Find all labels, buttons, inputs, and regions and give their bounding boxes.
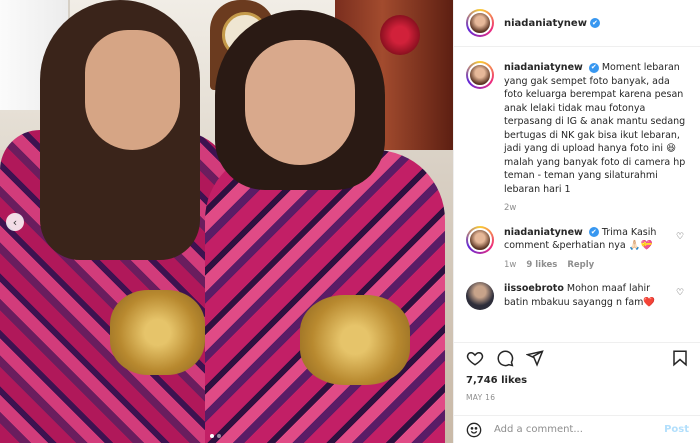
post-header: niadaniatynew ✔ (454, 0, 700, 47)
caption: niadaniatynew ✔ Moment lebaran yang gak … (504, 61, 688, 216)
comments-list: niadaniatynew ✔ Moment lebaran yang gak … (454, 47, 700, 337)
comment-username[interactable]: niadaniatynew (504, 227, 583, 238)
comment-like-heart-icon[interactable]: ♡ (676, 288, 688, 310)
post-date[interactable]: MAY 16 (466, 393, 689, 402)
header-username[interactable]: niadaniatynew ✔ (504, 17, 600, 29)
verified-badge-icon: ✔ (589, 17, 600, 28)
likes-count[interactable]: 7,746 likes (466, 375, 689, 386)
add-comment-bar: Add a comment... Post (454, 415, 700, 443)
verified-badge-icon: ✔ (588, 62, 599, 73)
instagram-post: ‹ niadaniatynew ✔ niadaniatynew ✔ Moment … (0, 0, 700, 443)
comment-row: iissoebroto Mohon maaf lahir batin mbaku… (466, 282, 688, 310)
photo-flowers (380, 15, 420, 55)
woman-right-dress (205, 150, 445, 443)
heart-icon[interactable] (466, 349, 484, 367)
reply-button[interactable]: Reply (567, 259, 594, 273)
gold-embroidery-left (110, 290, 205, 375)
carousel-dots (210, 434, 221, 438)
comment-likes[interactable]: 9 likes (526, 259, 557, 273)
comment-like-heart-icon[interactable]: ♡ (676, 232, 688, 273)
comment-row: niadaniatynew ✔ Trima Kasih comment &per… (466, 225, 688, 273)
post-actions: 7,746 likes MAY 16 (454, 342, 700, 402)
post-photo[interactable]: ‹ (0, 0, 453, 443)
caption-time[interactable]: 2w (504, 202, 516, 216)
bookmark-icon[interactable] (671, 349, 689, 367)
smile-icon[interactable] (466, 422, 482, 438)
verified-badge-icon: ✔ (588, 227, 599, 238)
avatar[interactable] (466, 225, 494, 254)
avatar[interactable] (466, 9, 494, 37)
caption-username[interactable]: niadaniatynew (504, 62, 583, 73)
caption-meta: 2w (504, 202, 688, 216)
comment-meta: 1w 9 likes Reply (504, 259, 676, 273)
carousel-dot-2 (217, 434, 221, 438)
share-icon[interactable] (526, 349, 544, 367)
chevron-left-icon[interactable]: ‹ (6, 213, 24, 231)
gold-embroidery-right (300, 295, 410, 385)
comment-time[interactable]: 1w (504, 259, 516, 273)
woman-left-face (85, 30, 180, 150)
avatar[interactable] (466, 61, 494, 89)
comment-input[interactable]: Add a comment... (494, 424, 664, 435)
avatar[interactable] (466, 282, 494, 310)
woman-right-face (245, 40, 355, 165)
caption-row: niadaniatynew ✔ Moment lebaran yang gak … (466, 61, 688, 216)
post-sidebar: niadaniatynew ✔ niadaniatynew ✔ Moment le… (453, 0, 700, 443)
action-icons (466, 343, 689, 373)
comment: niadaniatynew ✔ Trima Kasih comment &per… (504, 226, 676, 273)
carousel-dot-1 (210, 434, 214, 438)
comment-icon[interactable] (496, 349, 514, 367)
comment-username[interactable]: iissoebroto (504, 283, 564, 294)
caption-text: Moment lebaran yang gak sempet foto bany… (504, 62, 686, 195)
post-button[interactable]: Post (664, 424, 689, 435)
comment: iissoebroto Mohon maaf lahir batin mbaku… (504, 282, 676, 310)
